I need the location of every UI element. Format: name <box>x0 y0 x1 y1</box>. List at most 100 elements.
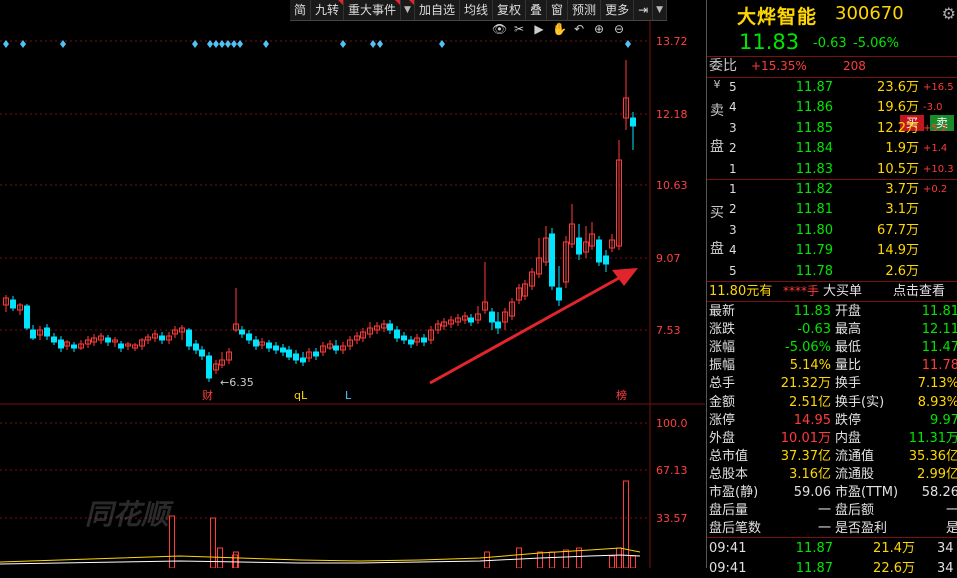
big-order-link[interactable]: 点击查看 <box>893 282 945 301</box>
ask-row[interactable]: 3 11.85 12.2万 +5.2 <box>707 119 957 138</box>
chart-tool-3-icon[interactable]: ✋ <box>552 22 567 36</box>
tick-count: 34 <box>937 561 954 576</box>
bid-row[interactable]: 5 11.78 2.6万 <box>707 262 957 281</box>
volume-bar <box>210 517 216 568</box>
big-order-label: 大买单 <box>823 284 863 299</box>
toolbar-item-3[interactable]: ▼ <box>401 0 415 20</box>
stat-value: 35.36亿 <box>908 448 957 464</box>
tick-row: 09:41 11.87 22.6万 34 <box>707 559 957 578</box>
toolbar-item-9[interactable]: 预测 <box>568 0 602 20</box>
stat-key: 开盘 <box>835 304 862 319</box>
stat-value: 10.01万 <box>780 430 831 446</box>
ask-row[interactable]: 5 11.87 23.6万 +16.5 <box>707 78 957 97</box>
stat-value: 9.97 <box>930 412 957 428</box>
level-price: 11.80 <box>795 222 833 238</box>
candle-body <box>596 239 602 263</box>
stat-key: 换手 <box>835 376 862 392</box>
candle-body <box>44 327 50 337</box>
stat-value: -0.63 <box>797 322 831 338</box>
stat-key: 振幅 <box>709 358 736 374</box>
toolbar-item-6[interactable]: 复权 <box>493 0 527 20</box>
bid-row[interactable]: 2 11.81 3.1万 <box>707 200 957 219</box>
trend-arrow-line <box>429 271 629 385</box>
chart-tool-5-icon[interactable]: ⊕ <box>592 22 606 36</box>
level-volume: 19.6万 <box>877 100 919 116</box>
event-marker-icon <box>213 40 219 48</box>
weibi-row: 委比 +15.35% 208 买 卖 <box>707 57 957 131</box>
ask-row[interactable]: 1 11.83 10.5万 +10.3 <box>707 160 957 179</box>
stat-value: 一 <box>945 503 957 519</box>
stat-value: 是 <box>945 521 957 537</box>
candle-body <box>300 357 306 363</box>
toolbar-item-2[interactable]: 重大事件 <box>344 0 402 20</box>
stat-key: 流通值 <box>835 448 875 464</box>
volume-axis-label: 67.13 <box>656 464 688 477</box>
stat-row: 最新 11.83 开盘 11.81 <box>707 302 957 321</box>
level-change: +0.2 <box>923 184 948 195</box>
ask-row[interactable]: 2 11.84 1.9万 +1.4 <box>707 139 957 158</box>
toolbar-item-0[interactable]: 简 <box>290 0 312 20</box>
toolbar-item-5[interactable]: 均线 <box>460 0 493 20</box>
candle-body <box>159 335 165 341</box>
level-price: 11.83 <box>795 161 833 177</box>
level-volume: 67.7万 <box>877 222 919 238</box>
price-axis-label: 7.53 <box>656 324 681 337</box>
stat-key: 最高 <box>835 322 862 338</box>
candle-body <box>51 336 57 343</box>
gear-icon[interactable]: ⚙ <box>942 4 956 23</box>
candle-body <box>549 233 555 287</box>
stat-value: -5.06% <box>785 340 831 356</box>
big-order-row: 11.80元有 ****手 大买单 点击查看 <box>707 282 957 301</box>
level-volume: 10.5万 <box>877 161 919 177</box>
stat-value: 3.16亿 <box>789 466 831 482</box>
candle-body <box>30 329 36 339</box>
toolbar-item-1[interactable]: 九转 <box>311 0 345 20</box>
stat-key: 外盘 <box>709 430 736 446</box>
chart-tool-2-icon[interactable]: ▶ <box>532 22 546 36</box>
toolbar-item-11[interactable]: ⇥ <box>634 0 654 20</box>
candle-body <box>206 355 212 379</box>
level-volume: 12.2万 <box>877 120 919 136</box>
stat-value: 21.32万 <box>780 376 831 392</box>
bid-row[interactable]: 1 11.82 3.7万 +0.2 <box>707 180 957 199</box>
level: 2 <box>729 141 737 156</box>
chart-tool-6-icon[interactable]: ⊖ <box>612 22 626 36</box>
bid-row[interactable]: 3 11.80 67.7万 <box>707 221 957 240</box>
volume-bar <box>484 551 490 568</box>
toolbar-item-4[interactable]: 加自选 <box>415 0 460 20</box>
cai-marker: 财 <box>202 388 213 402</box>
candle-body <box>603 255 609 265</box>
stat-key: 涨幅 <box>709 340 736 356</box>
event-marker-icon <box>377 40 383 48</box>
level-volume: 2.6万 <box>885 263 919 279</box>
candle-body <box>293 353 299 361</box>
volume-bar <box>217 547 223 568</box>
stat-key: 总市值 <box>709 448 749 464</box>
toolbar-item-7[interactable]: 叠 <box>526 0 548 20</box>
level-price: 11.87 <box>795 80 833 95</box>
toolbar-item-10[interactable]: 更多 <box>601 0 635 20</box>
bid-row[interactable]: 4 11.79 14.9万 <box>707 241 957 260</box>
stat-value: 一 <box>817 503 831 519</box>
tick-price: 11.87 <box>795 541 833 556</box>
big-order-stars: ****手 <box>783 284 820 298</box>
toolbar-item-12[interactable]: ▼ <box>653 0 668 20</box>
toolbar-item-8[interactable]: 窗 <box>547 0 569 20</box>
stat-row: 盘后量一盘后额一 <box>707 501 957 520</box>
stat-value: 37.37亿 <box>780 448 831 464</box>
chart-tool-4-icon[interactable]: ↶ <box>572 22 586 36</box>
level-volume: 23.6万 <box>877 80 919 95</box>
stock-name: 大烨智能 <box>737 6 818 28</box>
ask-row[interactable]: 4 11.86 19.6万 -3.0 <box>707 98 957 117</box>
chart-tool-1-icon[interactable]: ✂ <box>512 22 526 36</box>
level: 1 <box>729 182 737 196</box>
stat-key: 内盘 <box>835 430 862 446</box>
chart-tool-0-icon[interactable]: 👁 <box>492 22 507 36</box>
stat-value: 11.47 <box>921 340 957 356</box>
kline-chart[interactable]: 13.72 12.18 10.63 9.07 7.53 100.0 67.13 33.57 ←6… <box>0 0 705 568</box>
event-marker-icon <box>207 40 213 48</box>
candle-body <box>576 237 582 255</box>
tick-count: 34 <box>937 541 954 556</box>
candle-body <box>199 349 205 357</box>
candle-body <box>280 347 286 353</box>
